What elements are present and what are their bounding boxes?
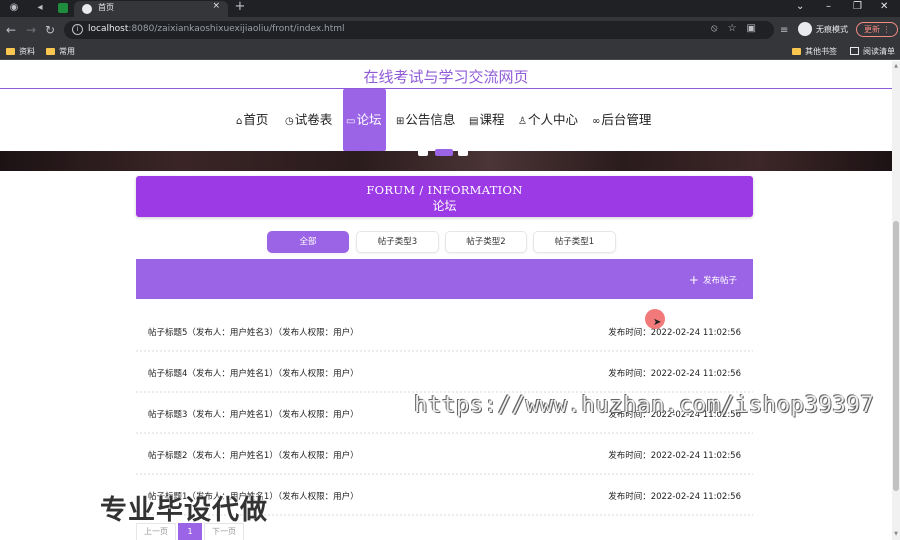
link-icon: ∞: [592, 116, 601, 127]
filter-all[interactable]: 全部: [267, 231, 349, 253]
forum-heading-cn: 论坛: [432, 199, 457, 213]
bookmark-reading-list[interactable]: 阅读清单: [850, 46, 895, 57]
nav-item-home[interactable]: ⌂首页: [236, 89, 268, 151]
update-button[interactable]: 更新 ⋮: [856, 22, 898, 37]
clock-icon: ◷: [285, 116, 294, 127]
forum-header: FORUM / INFORMATION 论坛: [136, 176, 753, 217]
tab-favicon-icon[interactable]: [58, 3, 68, 13]
window-close-icon[interactable]: ✕: [880, 1, 888, 12]
carousel-dot[interactable]: [418, 149, 428, 156]
nav-item-personal-center[interactable]: ♙个人中心: [518, 89, 578, 151]
page-scrollbar[interactable]: ▲ ▼: [892, 61, 900, 540]
mouse-pointer-icon: ➤: [653, 317, 662, 328]
site-title: 在线考试与学习交流网页: [363, 68, 529, 86]
publish-post-label: 发布帖子: [702, 276, 737, 286]
close-icon[interactable]: ×: [212, 1, 220, 11]
address-toolbar: ← → ↻ i localhost:8080/zaixiankaoshixuex…: [0, 17, 900, 43]
category-filters: 全部 帖子类型3 帖子类型2 帖子类型1: [0, 231, 892, 253]
filter-type-3[interactable]: 帖子类型3: [356, 231, 439, 253]
restore-icon[interactable]: ❐: [853, 1, 862, 12]
reading-list-icon: [850, 47, 859, 55]
post-time: 发布时间：2022-02-24 11:02:56: [608, 451, 741, 461]
bookmark-folder-changyong[interactable]: 常用: [46, 46, 75, 57]
forward-icon[interactable]: →: [26, 23, 36, 37]
reading-list-icon[interactable]: ≡: [780, 24, 788, 38]
bookmark-folder-ziliao[interactable]: 资料: [6, 46, 35, 57]
extensions-icon[interactable]: ▣: [747, 23, 766, 34]
chat-icon: ▭: [346, 116, 356, 127]
post-toolbar: + 发布帖子: [136, 259, 753, 299]
block-icon[interactable]: ⦸: [711, 23, 728, 34]
new-tab-icon[interactable]: +: [234, 0, 246, 13]
nav-item-notices[interactable]: ⊞公告信息: [396, 89, 455, 151]
incognito-label: 无痕模式: [816, 25, 848, 34]
browser-menu-icon[interactable]: ◉: [8, 2, 20, 14]
audio-icon[interactable]: ◂: [34, 2, 46, 14]
book-icon: ▤: [469, 116, 479, 127]
bookmark-other[interactable]: 其他书签: [792, 46, 837, 57]
folder-icon: [6, 48, 15, 55]
post-time: 发布时间：2022-02-24 11:02:56: [608, 328, 741, 338]
user-icon: ♙: [518, 116, 527, 127]
publish-post-button[interactable]: + 发布帖子: [689, 273, 737, 287]
watermark-slogan: 专业毕设代做: [100, 495, 268, 526]
carousel-dot-active[interactable]: [435, 149, 453, 156]
folder-icon: [792, 48, 801, 55]
plus-icon: +: [688, 273, 699, 287]
nav-item-forum[interactable]: ▭论坛: [343, 89, 386, 151]
scroll-down-icon[interactable]: ▼: [893, 531, 899, 537]
tab-home[interactable]: 首页 ×: [74, 1, 228, 17]
filter-type-2[interactable]: 帖子类型2: [445, 231, 527, 253]
list-item[interactable]: 帖子标题2（发布人：用户姓名1）（发布人权限：用户） 发布时间：2022-02-…: [136, 434, 753, 475]
carousel-indicators: [418, 149, 478, 157]
minimize-icon[interactable]: –: [826, 1, 831, 12]
main-nav: ⌂首页 ◷试卷表 ▭论坛 ⊞公告信息 ▤课程 ♙个人中心 ∞后台管理: [0, 89, 892, 151]
grid-icon: ⊞: [396, 116, 405, 127]
reload-icon[interactable]: ↻: [45, 23, 55, 37]
browser-tab-strip: ◉ ◂ 首页 × + ⌄ – ❐ ✕: [0, 0, 900, 17]
nav-item-exams[interactable]: ◷试卷表: [285, 89, 332, 151]
page-content: 在线考试与学习交流网页 ⌂首页 ◷试卷表 ▭论坛 ⊞公告信息 ▤课程 ♙个人中心…: [0, 61, 892, 540]
post-title[interactable]: 帖子标题4（发布人：用户姓名1）（发布人权限：用户）: [148, 367, 359, 379]
info-icon[interactable]: i: [72, 24, 83, 35]
folder-icon: [46, 48, 55, 55]
filter-type-1[interactable]: 帖子类型1: [533, 231, 616, 253]
url-text: localhost:8080/zaixiankaoshixuexijiaoliu…: [88, 24, 345, 34]
chevron-down-icon[interactable]: ⌄: [796, 1, 804, 12]
nav-item-admin[interactable]: ∞后台管理: [592, 89, 651, 151]
nav-item-courses[interactable]: ▤课程: [469, 89, 504, 151]
list-item[interactable]: 帖子标题4（发布人：用户姓名1）（发布人权限：用户） 发布时间：2022-02-…: [136, 352, 753, 393]
globe-icon: [82, 4, 92, 14]
scroll-up-icon[interactable]: ▲: [893, 63, 899, 69]
incognito-icon[interactable]: [798, 22, 812, 36]
post-time: 发布时间：2022-02-24 11:02:56: [608, 492, 741, 502]
home-icon: ⌂: [236, 116, 243, 127]
star-icon[interactable]: ☆: [728, 23, 747, 34]
carousel-dot[interactable]: [458, 149, 468, 156]
post-title[interactable]: 帖子标题5（发布人：用户姓名3）（发布人权限：用户）: [148, 326, 359, 338]
scrollbar-thumb[interactable]: [893, 221, 899, 491]
post-time: 发布时间：2022-02-24 11:02:56: [608, 369, 741, 379]
watermark-url: https://www.huzhan.com/ishop39397: [414, 392, 875, 418]
forum-heading-en: FORUM / INFORMATION: [366, 183, 523, 197]
post-title[interactable]: 帖子标题2（发布人：用户姓名1）（发布人权限：用户）: [148, 449, 359, 461]
omnibox-actions: ⦸☆▣: [711, 23, 766, 34]
bookmarks-bar: 资料 常用 其他书签 阅读清单: [0, 43, 900, 60]
back-icon[interactable]: ←: [6, 23, 16, 37]
post-title[interactable]: 帖子标题3（发布人：用户姓名1）（发布人权限：用户）: [148, 408, 359, 420]
url-bar[interactable]: i localhost:8080/zaixiankaoshixuexijiaol…: [64, 21, 774, 39]
update-label: 更新: [864, 25, 880, 34]
tab-title: 首页: [98, 3, 114, 12]
